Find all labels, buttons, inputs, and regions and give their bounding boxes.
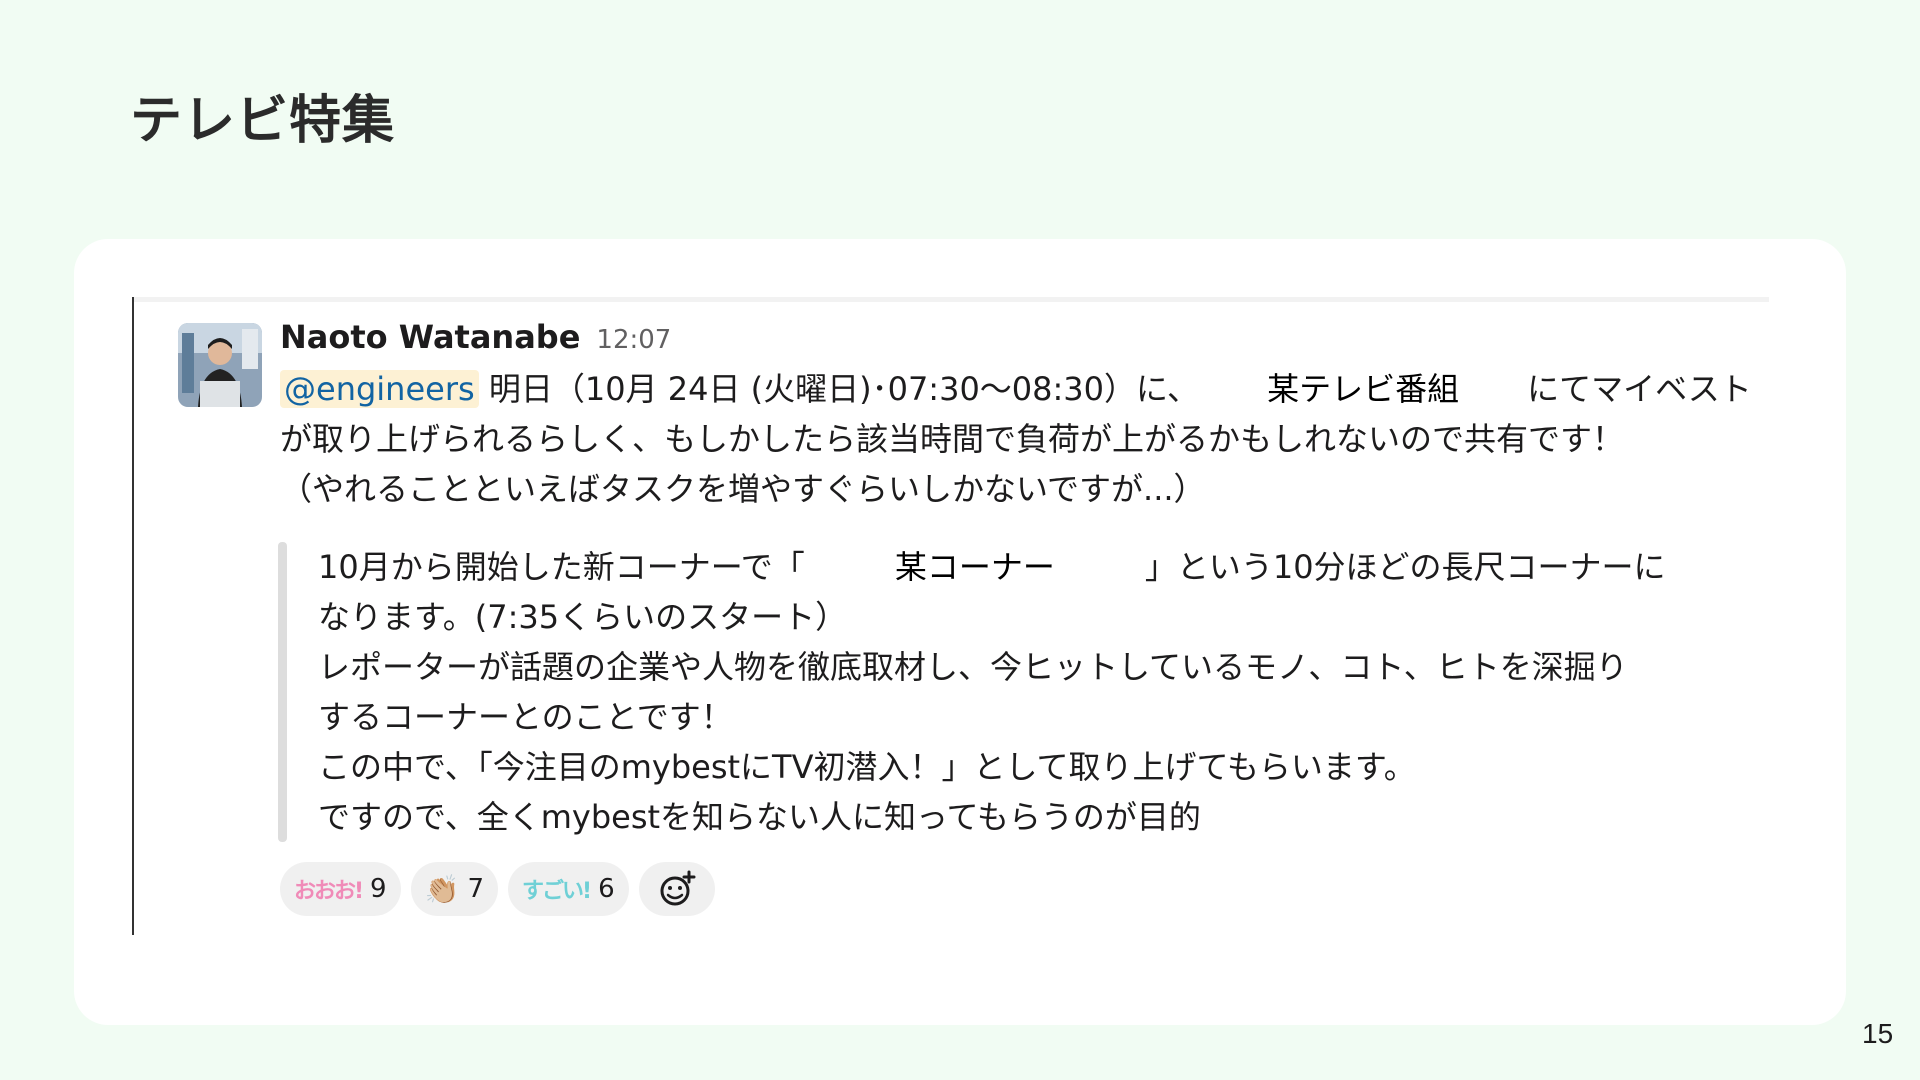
quote-line-3: レポーターが話題の企業や人物を徹底取材し、今ヒットしているモノ、コト、ヒトを深掘… — [318, 648, 1628, 686]
quote-text-before-corner: 10月から開始した新コーナーで「 — [318, 548, 805, 586]
message-line-1: @engineers 明日（10月 24日 (火曜日)･07:30〜08:30）… — [280, 364, 1760, 414]
reaction-clap[interactable]: 👏🏼 7 — [410, 862, 499, 916]
quote-line-5: この中で、「今注目のmybestにTV初潜入！」として取り上げてもらいます。 — [318, 748, 1416, 786]
screenshot-frame-left — [132, 297, 134, 935]
program-name-label: 某テレビ番組 — [1207, 364, 1520, 414]
user-photo-icon — [178, 323, 262, 407]
reactions-bar: おおお! 9 👏🏼 7 すごい! 6 — [280, 862, 715, 916]
clap-emoji-icon: 👏🏼 — [424, 872, 460, 906]
sender-name[interactable]: Naoto Watanabe — [280, 318, 580, 356]
message-header: Naoto Watanabe 12:07 — [280, 318, 671, 356]
reaction-sugoi[interactable]: すごい! 6 — [508, 862, 629, 916]
reaction-count: 7 — [467, 874, 485, 904]
quote-line-6: ですので、全くmybestを知らない人に知ってもらうのが目的 — [318, 798, 1201, 836]
quote-line-2: なります。(7:35くらいのスタート） — [318, 598, 848, 636]
quote-text-after-corner: 」という10分ほどの長尺コーナーに — [1144, 548, 1666, 586]
message-line-2: が取り上げられるらしく、もしかしたら該当時間で負荷が上がるかもしれないので共有で… — [280, 420, 1625, 458]
quote-bar — [278, 542, 287, 842]
message-body: @engineers 明日（10月 24日 (火曜日)･07:30〜08:30）… — [280, 364, 1760, 514]
quote-line-4: するコーナーとのことです！ — [318, 698, 733, 736]
quote-block: 10月から開始した新コーナーで「 某コーナー 」という10分ほどの長尺コーナーに な… — [318, 542, 1778, 842]
corner-name-label: 某コーナー — [804, 542, 1145, 592]
reaction-count: 9 — [370, 874, 387, 904]
screenshot-frame-top — [134, 297, 1769, 302]
user-group-mention[interactable]: @engineers — [280, 370, 479, 408]
message-timestamp[interactable]: 12:07 — [596, 325, 671, 355]
quote-line-1: 10月から開始した新コーナーで「 某コーナー 」という10分ほどの長尺コーナーに — [318, 542, 1778, 592]
message-text-after-program: にてマイベスト — [1527, 370, 1752, 408]
slide-title: テレビ特集 — [130, 91, 396, 151]
ooo-emoji-icon: おおお! — [294, 879, 364, 904]
message-text-before-program: 明日（10月 24日 (火曜日)･07:30〜08:30）に、 — [478, 370, 1200, 408]
sugoi-emoji-icon: すごい! — [522, 879, 592, 904]
reaction-count: 6 — [598, 874, 615, 904]
page-number: 15 — [1862, 1018, 1894, 1049]
reaction-ooo[interactable]: おおお! 9 — [280, 862, 401, 916]
avatar[interactable] — [178, 323, 262, 407]
add-reaction-icon — [660, 870, 696, 906]
message-line-3: （やれることといえばタスクを増やすぐらいしかないですが...） — [280, 470, 1206, 508]
add-reaction-button[interactable] — [638, 862, 715, 916]
